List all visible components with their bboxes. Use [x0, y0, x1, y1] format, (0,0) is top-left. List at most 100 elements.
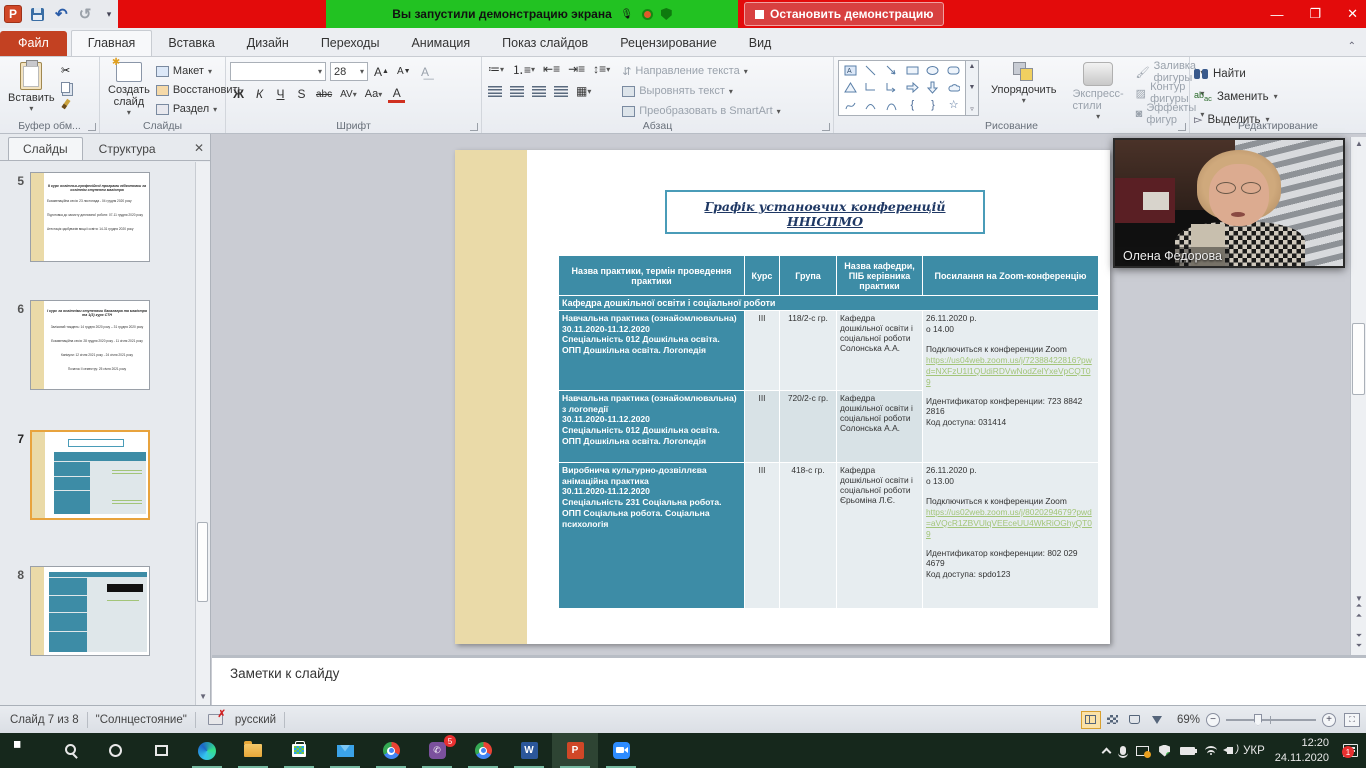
zoom-percentage[interactable]: 69%	[1177, 714, 1200, 726]
undo-button[interactable]: ↷	[52, 5, 70, 23]
find-button[interactable]: Найти	[1194, 64, 1362, 83]
strikethrough-button[interactable]: abc	[314, 85, 334, 103]
scroll-down-icon[interactable]: ▼	[199, 692, 207, 701]
spellcheck-icon[interactable]	[208, 714, 223, 725]
tab-review[interactable]: Рецензирование	[604, 31, 733, 56]
taskbar-word[interactable]: W	[506, 733, 552, 768]
zoom-in-button[interactable]: +	[1322, 713, 1336, 727]
paste-button[interactable]: Вставить▾	[4, 60, 59, 115]
align-center-button[interactable]	[508, 82, 526, 100]
clear-formatting-button[interactable]: A͟	[417, 63, 434, 81]
replace-button[interactable]: abacЗаменить ▾	[1194, 87, 1362, 106]
taskbar-mail[interactable]	[322, 733, 368, 768]
taskbar-zoom[interactable]	[598, 733, 644, 768]
smartart-button[interactable]: Преобразовать в SmartArt ▾	[622, 103, 780, 119]
slide-canvas[interactable]: Графік установчих конференцій ННІСПМО На…	[455, 150, 1110, 644]
taskbar-file-explorer[interactable]	[230, 733, 276, 768]
align-left-button[interactable]	[486, 82, 504, 100]
zoom-slider-thumb[interactable]	[1254, 714, 1262, 726]
char-spacing-button[interactable]: AV▾	[338, 85, 359, 103]
scrollbar-thumb[interactable]	[197, 522, 208, 602]
practice-schedule-table[interactable]: Назва практики, термін проведення практи…	[558, 255, 1099, 609]
record-icon[interactable]	[642, 9, 653, 20]
zoom-out-button[interactable]: −	[1206, 713, 1220, 727]
arrange-button[interactable]: Упорядочить▾	[987, 60, 1060, 107]
slide-title-box[interactable]: Графік установчих конференцій ННІСПМО	[665, 190, 985, 234]
save-button[interactable]	[28, 5, 46, 23]
justify-button[interactable]	[552, 82, 570, 100]
tab-animations[interactable]: Анимация	[395, 31, 486, 56]
font-size-combo[interactable]: 28▾	[330, 62, 368, 81]
security-shield-icon[interactable]	[661, 8, 672, 20]
bullets-button[interactable]: ≔▾	[486, 60, 506, 78]
screen-cast-icon[interactable]	[1136, 746, 1149, 756]
slide-thumbnail-5[interactable]: 5 ІІ курс освітньо-професійної програми …	[0, 172, 150, 262]
start-button[interactable]	[0, 733, 46, 768]
tab-transitions[interactable]: Переходы	[305, 31, 396, 56]
format-painter-button[interactable]	[59, 97, 73, 111]
cut-button[interactable]: ✂	[59, 63, 73, 77]
paragraph-dialog-launcher[interactable]	[822, 123, 830, 131]
taskbar-edge[interactable]	[184, 733, 230, 768]
taskbar-chrome[interactable]	[368, 733, 414, 768]
drawing-dialog-launcher[interactable]	[1178, 123, 1186, 131]
defender-shield-icon[interactable]	[1159, 745, 1170, 757]
collapse-ribbon-icon[interactable]: ⌃	[1348, 41, 1356, 52]
zoom-link[interactable]: https://us04web.zoom.us/j/72388422816?pw…	[926, 355, 1095, 388]
tab-home[interactable]: Главная	[71, 30, 153, 56]
restore-button[interactable]: ❐	[1309, 6, 1321, 22]
taskbar-powerpoint-active[interactable]: P	[552, 733, 598, 768]
slide-thumbnail-6[interactable]: 6 І курс за освітніми ступенями бакалавр…	[0, 300, 150, 390]
normal-view-button[interactable]	[1081, 711, 1101, 729]
text-shadow-button[interactable]: S	[293, 85, 310, 103]
change-case-button[interactable]: Aa▾	[363, 85, 384, 103]
tab-slides-thumbnails[interactable]: Слайды	[8, 137, 83, 160]
slide-sorter-button[interactable]	[1103, 711, 1123, 729]
align-right-button[interactable]	[530, 82, 548, 100]
new-slide-button[interactable]: Создать слайд▾	[104, 60, 154, 119]
quick-styles-button[interactable]: Экспресс-стили▾	[1068, 60, 1127, 123]
slide-thumbnail-8[interactable]: 8	[0, 566, 150, 656]
zoom-link[interactable]: https://us02web.zoom.us/j/8020294679?pwd…	[926, 507, 1095, 540]
language-indicator[interactable]: русский	[235, 714, 276, 726]
tray-expand-chevron-icon[interactable]	[1103, 746, 1110, 756]
shapes-gallery-scroll[interactable]: ▲▼▿	[966, 60, 979, 116]
redo-button[interactable]: ↺	[76, 5, 94, 23]
copy-button[interactable]	[59, 80, 73, 94]
grow-font-button[interactable]: A▲	[372, 63, 391, 81]
slide-scrollbar[interactable]: ▲ ▼ ⏶⏶ ⏷⏷	[1350, 137, 1366, 655]
wifi-icon[interactable]	[1205, 746, 1217, 755]
volume-icon[interactable]	[1227, 747, 1233, 754]
taskbar-store[interactable]	[276, 733, 322, 768]
tab-design[interactable]: Дизайн	[231, 31, 305, 56]
shapes-gallery[interactable]: A { } ☆	[838, 60, 966, 116]
battery-icon[interactable]	[1180, 747, 1195, 755]
columns-button[interactable]: ▦▾	[574, 82, 593, 100]
taskbar-chrome-2[interactable]	[460, 733, 506, 768]
search-button[interactable]	[46, 733, 92, 768]
task-view-button[interactable]	[138, 733, 184, 768]
slide-thumbnail-7-selected[interactable]: 7	[0, 430, 150, 520]
decrease-indent-button[interactable]: ⇤≡	[541, 60, 562, 78]
clock[interactable]: 12:20 24.11.2020	[1275, 736, 1329, 765]
tab-slideshow[interactable]: Показ слайдов	[486, 31, 604, 56]
close-button[interactable]: ✕	[1347, 6, 1358, 22]
zoom-slider[interactable]	[1226, 719, 1316, 721]
minimize-button[interactable]: —	[1270, 7, 1283, 22]
slideshow-button[interactable]	[1147, 711, 1167, 729]
tab-file[interactable]: Файл	[0, 31, 67, 56]
mute-icon[interactable]: 🎙	[620, 7, 634, 21]
scroll-up-icon[interactable]: ▲	[1353, 139, 1365, 148]
clipboard-dialog-launcher[interactable]	[88, 123, 96, 131]
cortana-button[interactable]	[92, 733, 138, 768]
webcam-overlay[interactable]: Олена Федорова	[1113, 138, 1345, 268]
tab-insert[interactable]: Вставка	[152, 31, 230, 56]
tab-outline[interactable]: Структура	[85, 138, 170, 160]
font-color-button[interactable]: А	[388, 85, 405, 103]
slides-panel-scrollbar[interactable]: ▼	[195, 162, 210, 705]
input-language[interactable]: УКР	[1243, 745, 1265, 757]
shrink-font-button[interactable]: A▼	[395, 63, 413, 81]
numbering-button[interactable]: ⒈≡▾	[510, 60, 537, 78]
text-direction-button[interactable]: ⇵ Направление текста ▾	[622, 63, 780, 79]
font-dialog-launcher[interactable]	[470, 123, 478, 131]
